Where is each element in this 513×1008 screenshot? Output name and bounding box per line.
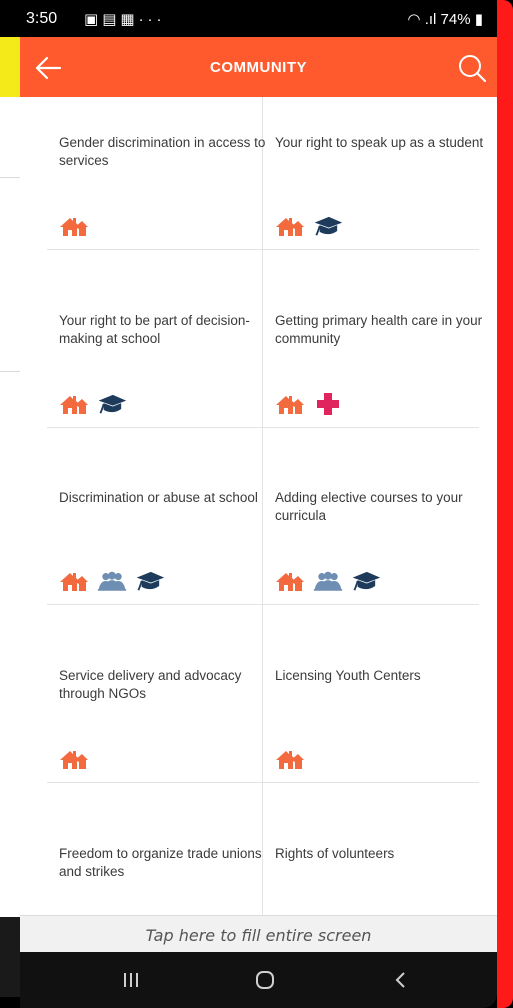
fill-screen-label: Tap here to fill entire screen bbox=[145, 926, 372, 945]
house-icon bbox=[60, 396, 88, 414]
status-right-group: ◠ .ıl 74% ▮ bbox=[407, 10, 483, 28]
graduation-cap-icon bbox=[314, 216, 343, 236]
row-divider bbox=[263, 782, 479, 783]
topic-icons bbox=[59, 212, 89, 240]
graduation-cap-icon bbox=[98, 394, 127, 414]
home-icon bbox=[256, 971, 274, 989]
recents-button[interactable] bbox=[116, 966, 146, 994]
battery-icon: ▮ bbox=[474, 11, 483, 28]
topic-grid: Gender discrimination in access to servi… bbox=[20, 97, 497, 915]
signal-icon: .ıl bbox=[424, 11, 437, 28]
status-notification-icons: ▣▤▦··· bbox=[84, 10, 166, 28]
row-divider bbox=[47, 249, 262, 250]
health-cross-icon bbox=[317, 393, 339, 415]
row-divider bbox=[263, 427, 479, 428]
home-button[interactable] bbox=[250, 966, 280, 994]
yellow-frame-tab bbox=[0, 37, 22, 97]
topic-card[interactable]: Your right to be part of decision-making… bbox=[59, 312, 275, 414]
topic-title: Adding elective courses to your curricul… bbox=[275, 490, 463, 523]
topic-title: Licensing Youth Centers bbox=[275, 668, 421, 683]
topic-icons bbox=[59, 390, 127, 418]
people-icon bbox=[313, 571, 343, 591]
topic-card[interactable]: Discrimination or abuse at school bbox=[59, 489, 275, 591]
status-bar: 3:50 ▣▤▦··· ◠ .ıl 74% ▮ bbox=[20, 0, 497, 37]
back-chevron-icon bbox=[395, 972, 405, 988]
topic-card[interactable]: Freedom to organize trade unions and str… bbox=[59, 845, 275, 881]
vibrate-icon: ▤ bbox=[102, 11, 121, 28]
topic-card[interactable]: Licensing Youth Centers bbox=[275, 667, 491, 769]
topic-title: Your right to be part of decision-making… bbox=[59, 313, 250, 346]
topic-card[interactable]: Rights of volunteers bbox=[275, 845, 491, 863]
page-title: COMMUNITY bbox=[210, 59, 307, 76]
row-divider bbox=[47, 782, 262, 783]
image-icon: ▣ bbox=[84, 11, 103, 28]
topic-icons bbox=[275, 567, 381, 595]
wifi-icon: ◠ bbox=[407, 11, 421, 28]
house-icon bbox=[60, 751, 88, 769]
background-dark-edge bbox=[0, 917, 20, 997]
topic-card[interactable]: Service delivery and advocacy through NG… bbox=[59, 667, 275, 769]
topic-title: Freedom to organize trade unions and str… bbox=[59, 846, 262, 879]
row-divider bbox=[47, 604, 262, 605]
house-icon bbox=[276, 751, 304, 769]
house-icon bbox=[276, 218, 304, 236]
house-icon bbox=[276, 396, 304, 414]
topic-title: Discrimination or abuse at school bbox=[59, 490, 258, 505]
topic-title: Your right to speak up as a student bbox=[275, 135, 484, 150]
topic-icons bbox=[59, 745, 89, 773]
topic-title: Gender discrimination in access to servi… bbox=[59, 135, 266, 168]
people-icon bbox=[97, 571, 127, 591]
phone-screen: 3:50 ▣▤▦··· ◠ .ıl 74% ▮ COMMUNITY Gender… bbox=[20, 0, 497, 1008]
recents-icon bbox=[124, 973, 138, 987]
row-divider bbox=[263, 249, 479, 250]
row-divider bbox=[47, 427, 262, 428]
topic-card[interactable]: Gender discrimination in access to servi… bbox=[59, 134, 275, 236]
battery-percent: 74% bbox=[440, 11, 471, 28]
row-divider bbox=[263, 604, 479, 605]
search-button[interactable] bbox=[455, 51, 489, 85]
topic-card[interactable]: Your right to speak up as a student bbox=[275, 134, 491, 236]
topic-icons bbox=[275, 390, 343, 418]
house-icon bbox=[276, 573, 304, 591]
house-icon bbox=[60, 218, 88, 236]
app-bar: COMMUNITY bbox=[20, 37, 497, 97]
left-background-strip bbox=[0, 97, 24, 997]
more-icon: ··· bbox=[138, 11, 166, 28]
status-time: 3:50 bbox=[26, 10, 58, 27]
topic-icons bbox=[59, 567, 165, 595]
topic-title: Service delivery and advocacy through NG… bbox=[59, 668, 242, 701]
topic-card[interactable]: Getting primary health care in your comm… bbox=[275, 312, 491, 415]
topic-title: Rights of volunteers bbox=[275, 846, 395, 861]
red-frame-bar bbox=[497, 0, 513, 1008]
topic-icons bbox=[275, 745, 305, 773]
search-icon bbox=[459, 55, 487, 83]
system-back-button[interactable] bbox=[386, 966, 416, 994]
graduation-cap-icon bbox=[352, 571, 381, 591]
topic-icons bbox=[275, 212, 343, 240]
system-nav-bar bbox=[20, 952, 497, 1008]
topic-title: Getting primary health care in your comm… bbox=[275, 313, 483, 346]
topic-card[interactable]: Adding elective courses to your curricul… bbox=[275, 489, 491, 591]
fill-screen-button[interactable]: Tap here to fill entire screen bbox=[20, 915, 497, 952]
graduation-cap-icon bbox=[136, 571, 165, 591]
gift-icon: ▦ bbox=[120, 11, 139, 28]
house-icon bbox=[60, 573, 88, 591]
